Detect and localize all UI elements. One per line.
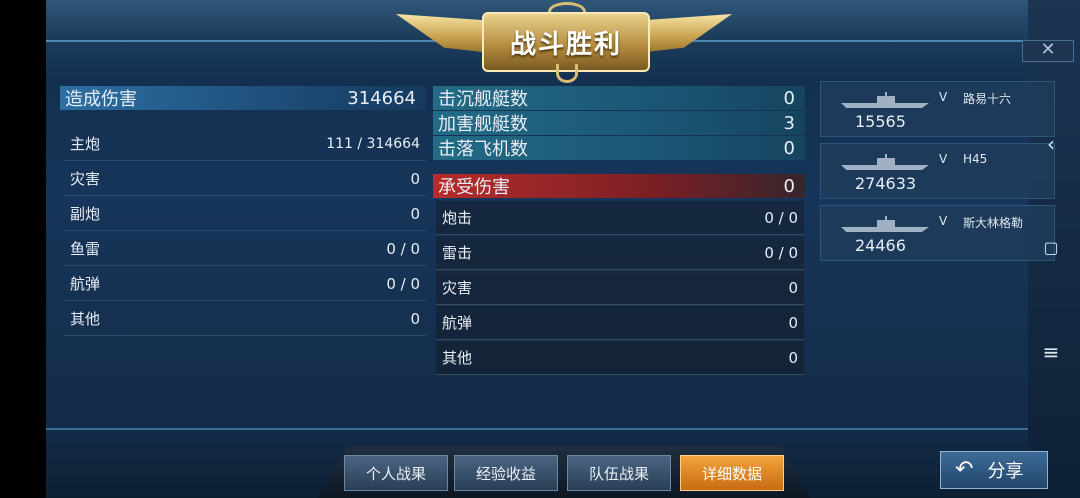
damage-row-label: 鱼雷 [70, 240, 101, 258]
damage-taken-row-value: 0 / 0 [764, 243, 798, 262]
damage-taken-row: 灾害 0 [436, 271, 804, 305]
damage-taken-row: 炮击 0 / 0 [436, 201, 804, 235]
damage-taken-row: 航弹 0 [436, 306, 804, 340]
ship-name: H45 [963, 152, 988, 166]
anchor-hook [556, 64, 578, 83]
kills-value: 3 [783, 112, 795, 134]
damage-taken-row-label: 雷击 [442, 244, 473, 262]
damage-row: 航弹 0 / 0 [64, 267, 426, 301]
target-ship-card[interactable]: V 斯大林格勒 24466 [820, 205, 1055, 261]
damage-row-label: 副炮 [70, 205, 101, 223]
damage-row: 鱼雷 0 / 0 [64, 232, 426, 266]
menu-icon[interactable]: ≡ [1040, 340, 1062, 364]
ship-silhouette-icon [841, 92, 929, 108]
ship-name: 斯大林格勒 [963, 216, 1024, 230]
damage-row-value: 0 / 0 [386, 274, 420, 293]
tab-detailed-data[interactable]: 详细数据 [680, 455, 784, 491]
ship-damage: 15565 [855, 112, 906, 131]
damage-row: 其他 0 [64, 302, 426, 336]
target-ship-card[interactable]: V 路易十六 15565 [820, 81, 1055, 137]
damage-row-value: 111 / 314664 [326, 135, 420, 152]
victory-title: 战斗胜利 [509, 29, 622, 60]
kills-row: 击落飞机数 0 [433, 136, 805, 160]
bottom-divider [46, 428, 1028, 430]
damage-row-label: 航弹 [70, 275, 101, 293]
damage-row-value: 0 [410, 204, 420, 223]
close-button[interactable]: ✕ [1022, 40, 1074, 62]
victory-plate: 战斗胜利 [482, 12, 650, 72]
damage-taken-row-label: 灾害 [442, 279, 473, 297]
kills-value: 0 [783, 87, 795, 109]
damage-taken-row-value: 0 [788, 278, 798, 297]
kills-value: 0 [783, 137, 795, 159]
tab-team-results[interactable]: 队伍战果 [567, 455, 671, 491]
ship-silhouette-icon [841, 216, 929, 232]
damage-taken-row-value: 0 / 0 [764, 208, 798, 227]
ship-tier: V [939, 90, 948, 104]
damage-row-value: 0 [410, 169, 420, 188]
damage-row-label: 灾害 [70, 170, 101, 188]
share-button[interactable]: ↶ 分享 [940, 451, 1048, 489]
ship-damage: 274633 [855, 174, 917, 193]
target-ship-card[interactable]: V H45 274633 [820, 143, 1055, 199]
damage-row-label: 其他 [70, 310, 101, 328]
kills-label: 击落飞机数 [438, 139, 528, 160]
damage-row-value: 0 / 0 [386, 239, 420, 258]
victory-emblem: 战斗胜利 [396, 2, 732, 83]
damage-row: 副炮 0 [64, 197, 426, 231]
chevron-left-icon[interactable]: ‹ [1040, 132, 1062, 156]
damage-taken-row-label: 其他 [442, 349, 473, 367]
kills-row: 加害舰艇数 3 [433, 111, 805, 135]
share-arrow-icon: ↶ [955, 457, 974, 482]
tab-personal-results[interactable]: 个人战果 [344, 455, 448, 491]
kills-row: 击沉舰艇数 0 [433, 86, 805, 110]
kills-label: 加害舰艇数 [438, 114, 528, 135]
share-label: 分享 [987, 461, 1024, 482]
damage-taken-total: 0 [783, 175, 795, 197]
ship-damage: 24466 [855, 236, 906, 255]
damage-taken-row: 雷击 0 / 0 [436, 236, 804, 270]
ship-name: 路易十六 [963, 92, 1012, 106]
damage-taken-row: 其他 0 [436, 341, 804, 375]
damage-dealt-total: 314664 [347, 87, 416, 109]
damage-taken-row-value: 0 [788, 313, 798, 332]
damage-dealt-header: 造成伤害 314664 [60, 86, 426, 110]
damage-taken-row-label: 航弹 [442, 314, 473, 332]
kills-label: 击沉舰艇数 [438, 89, 528, 110]
screen-edge-left [0, 0, 46, 498]
ship-silhouette-icon [841, 154, 929, 170]
damage-taken-header: 承受伤害 0 [433, 174, 805, 198]
damage-dealt-label: 造成伤害 [65, 89, 137, 110]
damage-taken-row-label: 炮击 [442, 209, 473, 227]
damage-taken-label: 承受伤害 [438, 177, 510, 198]
damage-taken-row-value: 0 [788, 348, 798, 367]
damage-row-value: 0 [410, 309, 420, 328]
tab-experience-gain[interactable]: 经验收益 [454, 455, 558, 491]
ship-tier: V [939, 152, 948, 166]
damage-row-label: 主炮 [70, 135, 101, 153]
ship-tier: V [939, 214, 948, 228]
damage-row: 灾害 0 [64, 162, 426, 196]
damage-row: 主炮 111 / 314664 [64, 127, 426, 161]
square-icon[interactable]: ▢ [1040, 238, 1062, 257]
